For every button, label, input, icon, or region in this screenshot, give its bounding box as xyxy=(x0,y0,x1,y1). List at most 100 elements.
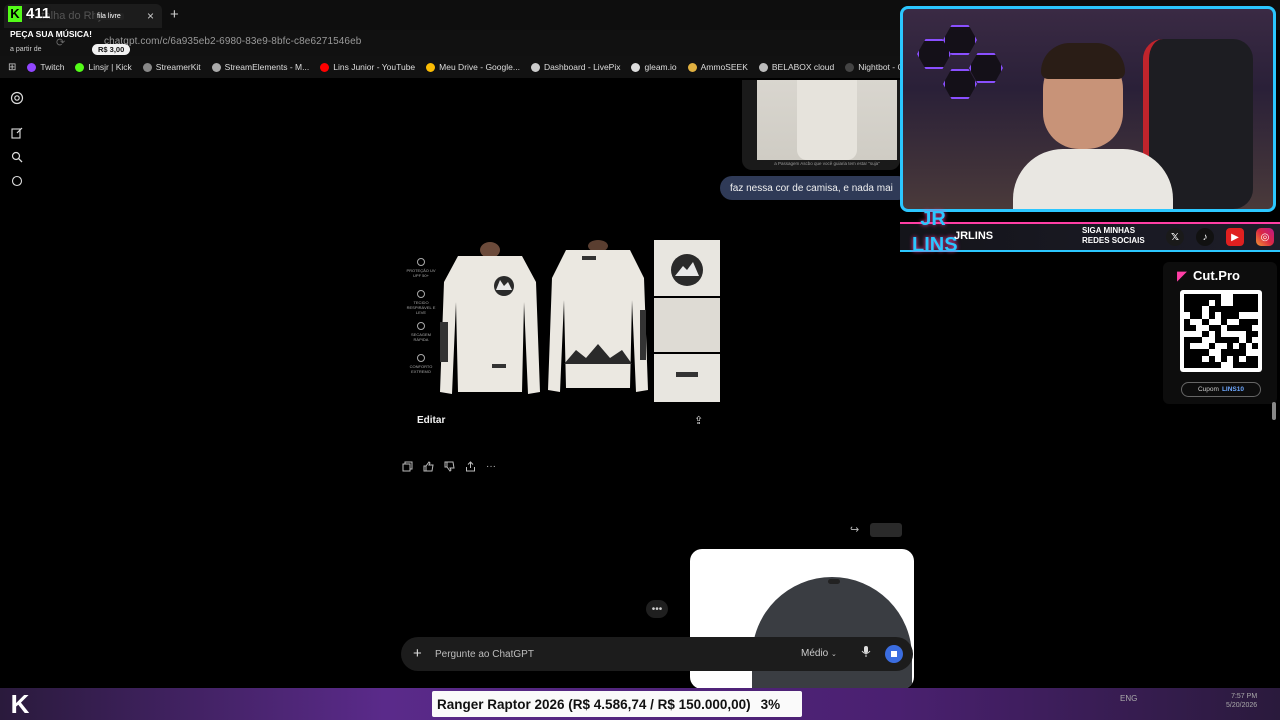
bookmark-item[interactable]: Meu Drive - Google... xyxy=(426,62,520,72)
uploaded-image-thumbnail[interactable]: a Passagem Ascbo que você guiaria tem es… xyxy=(742,80,900,170)
feature-breathable: TECIDO RESPIRÁVEL E LEVE xyxy=(406,290,436,315)
thumbnail-caption: a Passagem Ascbo que você guiaria tem es… xyxy=(774,161,880,166)
openai-logo-icon[interactable] xyxy=(10,91,24,105)
sponsor-name: Cut.Pro xyxy=(1193,268,1240,283)
page-scrollbar[interactable] xyxy=(1270,80,1278,688)
add-attachment-icon[interactable]: + xyxy=(413,645,422,662)
kick-logo-icon: K xyxy=(8,6,22,22)
bookmark-item[interactable]: Dashboard - LivePix xyxy=(530,62,620,72)
coupon-code: LINS10 xyxy=(1221,386,1244,393)
shirt-photo xyxy=(797,80,857,160)
thumbnail-image xyxy=(757,80,897,160)
bookmark-item[interactable]: Linsjr | Kick xyxy=(75,62,132,72)
donation-goal: Ranger Raptor 2026 (R$ 4.586,74 / R$ 150… xyxy=(432,691,802,717)
attachment-thumbnails[interactable] xyxy=(870,523,902,537)
bookmark-item[interactable]: Nightbot - Comm xyxy=(845,62,900,72)
detail-front-logo xyxy=(654,240,720,296)
hex-shelf xyxy=(969,53,1003,83)
chat-bubble-icon[interactable] xyxy=(10,174,24,188)
message-actions: ··· xyxy=(401,460,497,472)
bookmark-item[interactable]: BELABOX cloud xyxy=(758,62,835,72)
feature-quick-dry-label: SECAGEM RÁPIDA xyxy=(410,332,431,342)
model-selector[interactable]: Médio ⌄ xyxy=(801,648,837,659)
system-tray: ENG xyxy=(1120,694,1137,703)
bookmark-favicon-icon xyxy=(27,62,37,72)
chatgpt-sidebar: AC xyxy=(0,80,36,690)
more-options-icon[interactable]: ··· xyxy=(485,460,497,472)
fila-badge: fila livre xyxy=(94,13,124,20)
bookmark-favicon-icon xyxy=(320,62,330,72)
thumbs-up-icon[interactable] xyxy=(422,460,434,472)
goal-text: Ranger Raptor 2026 (R$ 4.586,74 / R$ 150… xyxy=(437,696,751,712)
detail-fabric xyxy=(654,298,720,352)
bookmark-favicon-icon xyxy=(211,62,221,72)
taskbar-clock[interactable]: 7:57 PM 5/20/2026 xyxy=(1226,692,1257,710)
share-icon[interactable] xyxy=(464,460,476,472)
bookmark-label: BELABOX cloud xyxy=(771,62,835,72)
chevron-down-icon: ⌄ xyxy=(831,651,837,658)
x-twitter-icon[interactable]: 𝕏 xyxy=(1166,228,1184,246)
new-chat-icon[interactable] xyxy=(10,126,24,140)
bookmark-favicon-icon xyxy=(142,62,152,72)
generated-image[interactable]: PROTEÇÃO UV UPF 50+ TECIDO RESPIRÁVEL E … xyxy=(402,240,720,404)
goal-percent: 3% xyxy=(760,696,781,712)
sponsor-card: ◤ Cut.Pro Cupom LINS10 xyxy=(1163,262,1277,404)
new-tab-icon[interactable]: + xyxy=(170,6,179,23)
tiktok-icon[interactable]: ♪ xyxy=(1196,228,1214,246)
feature-uv-label: PROTEÇÃO UV UPF 50+ xyxy=(406,268,436,278)
edit-image-button[interactable]: Editar xyxy=(417,415,445,426)
bookmark-item[interactable]: Twitch xyxy=(27,62,64,72)
feature-uv: PROTEÇÃO UV UPF 50+ xyxy=(406,258,436,278)
cap-photo xyxy=(752,577,912,689)
kick-logo-icon: K xyxy=(10,689,30,719)
copy-icon[interactable] xyxy=(401,460,413,472)
bookmark-item[interactable]: gleam.io xyxy=(631,62,677,72)
music-request-price: R$ 3,00 xyxy=(92,44,131,55)
social-lower-third: JR LINS JRLINS SIGA MINHAS REDES SOCIAIS … xyxy=(900,208,1280,260)
prompt-input[interactable] xyxy=(435,645,755,663)
bookmark-label: StreamerKit xyxy=(155,62,201,72)
model-label: Médio xyxy=(801,648,829,659)
qr-module xyxy=(1251,361,1258,368)
streamer-hair xyxy=(1041,43,1125,79)
youtube-icon[interactable]: ▶ xyxy=(1226,228,1244,246)
jr-lins-logo: JR LINS xyxy=(912,208,958,256)
cutpro-k-icon: ◤ xyxy=(1177,268,1187,283)
music-request-from: a partir de xyxy=(10,46,42,53)
bookmark-favicon-icon xyxy=(75,62,85,72)
qr-code xyxy=(1180,290,1262,372)
search-icon[interactable] xyxy=(10,150,24,164)
reply-arrow-icon[interactable]: ↪ xyxy=(850,523,859,536)
bookmark-favicon-icon xyxy=(426,62,436,72)
close-tab-icon[interactable]: × xyxy=(147,9,154,23)
detail-brand-tag xyxy=(654,354,720,402)
scrollbar-thumb[interactable] xyxy=(1272,402,1276,420)
clock-date: 5/20/2026 xyxy=(1226,702,1258,709)
bookmark-label: StreamElements - M... xyxy=(224,62,310,72)
bookmark-item[interactable]: StreamElements - M... xyxy=(211,62,310,72)
stream-overlay-top-left: K 411 fila livre PEÇA SUA MÚSICA! a part… xyxy=(4,4,144,58)
bookmark-label: AmmoSEEK xyxy=(700,62,748,72)
product-detail-thumbnails xyxy=(654,240,720,402)
stop-generating-button[interactable] xyxy=(885,645,903,663)
apps-grid-icon[interactable]: ⊞ xyxy=(8,62,16,73)
stream-bottom-bar: K Ranger Raptor 2026 (R$ 4.586,74 / R$ 1… xyxy=(0,688,1280,720)
webcam-overlay xyxy=(900,6,1276,212)
bookmark-item[interactable]: Lins Junior - YouTube xyxy=(320,62,415,72)
bookmark-label: gleam.io xyxy=(644,62,677,72)
share-image-icon[interactable]: ⇪ xyxy=(694,414,703,427)
viewer-count: 411 xyxy=(26,5,51,22)
scroll-more-icon[interactable]: ••• xyxy=(646,600,668,618)
user-message-bubble: faz nessa cor de camisa, e nada mai xyxy=(720,176,910,200)
cap-button xyxy=(828,579,840,584)
lang-indicator[interactable]: ENG xyxy=(1120,694,1137,703)
bookmark-favicon-icon xyxy=(758,62,768,72)
microphone-icon[interactable] xyxy=(861,646,871,661)
bookmark-item[interactable]: StreamerKit xyxy=(142,62,201,72)
feature-comfort: CONFORTO EXTREMO xyxy=(406,354,436,374)
coupon-label: Cupom xyxy=(1197,386,1219,393)
thumbs-down-icon[interactable] xyxy=(443,460,455,472)
bookmark-item[interactable]: AmmoSEEK xyxy=(687,62,748,72)
streamer-body xyxy=(1013,149,1173,209)
bookmark-favicon-icon xyxy=(687,62,697,72)
